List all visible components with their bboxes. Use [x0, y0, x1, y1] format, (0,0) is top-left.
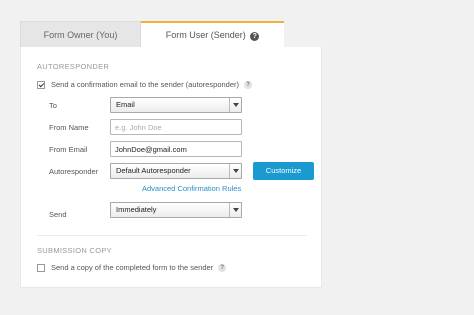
- customize-button[interactable]: Customize: [253, 162, 314, 180]
- autoresponder-checkbox-row[interactable]: Send a confirmation email to the sender …: [37, 80, 253, 89]
- send-select[interactable]: Immediately: [110, 202, 242, 218]
- advanced-confirmation-rules-link[interactable]: Advanced Confirmation Rules: [142, 184, 241, 193]
- autoresponder-select-value: Default Autoresponder: [116, 166, 191, 175]
- settings-panel: AUTORESPONDER Send a confirmation email …: [20, 47, 322, 288]
- send-select-value: Immediately: [116, 205, 157, 214]
- tab-form-owner-label: Form Owner (You): [43, 30, 118, 40]
- autoresponder-checkbox-label: Send a confirmation email to the sender …: [51, 80, 240, 89]
- section-divider: [37, 235, 307, 236]
- from-email-label: From Email: [49, 145, 88, 154]
- submission-copy-checkbox[interactable]: [37, 263, 45, 272]
- from-email-input[interactable]: [110, 141, 242, 157]
- autoresponder-label: Autoresponder: [49, 167, 99, 176]
- chevron-down-icon: [229, 98, 241, 112]
- from-name-label: From Name: [49, 123, 89, 132]
- submission-copy-section-title: SUBMISSION COPY: [37, 246, 112, 255]
- chevron-down-icon: [229, 164, 241, 178]
- help-icon[interactable]: ?: [244, 80, 253, 89]
- help-icon[interactable]: ?: [250, 32, 260, 41]
- autoresponder-checkbox[interactable]: [37, 80, 45, 89]
- submission-copy-checkbox-label: Send a copy of the completed form to the…: [51, 263, 214, 272]
- send-label: Send: [49, 210, 67, 219]
- chevron-down-icon: [229, 203, 241, 217]
- to-select[interactable]: Email: [110, 97, 242, 113]
- tab-bar: Form Owner (You) Form User (Sender) ?: [20, 21, 322, 47]
- submission-copy-checkbox-row[interactable]: Send a copy of the completed form to the…: [37, 263, 227, 272]
- tab-form-user[interactable]: Form User (Sender) ?: [141, 21, 284, 47]
- autoresponder-select[interactable]: Default Autoresponder: [110, 163, 242, 179]
- help-icon[interactable]: ?: [218, 263, 227, 272]
- tab-form-owner[interactable]: Form Owner (You): [20, 21, 141, 47]
- tab-form-user-label: Form User (Sender): [165, 30, 246, 40]
- from-name-input[interactable]: [110, 119, 242, 135]
- to-label: To: [49, 101, 57, 110]
- autoresponder-section-title: AUTORESPONDER: [37, 62, 110, 71]
- to-select-value: Email: [116, 100, 135, 109]
